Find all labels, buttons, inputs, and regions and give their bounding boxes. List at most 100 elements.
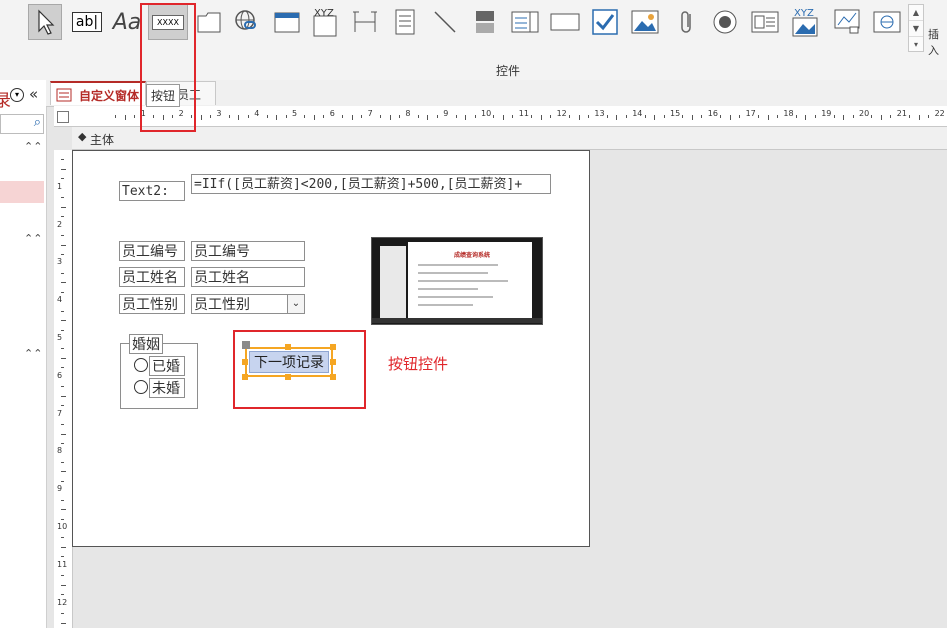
- employee-name-label[interactable]: 员工姓名: [119, 267, 185, 287]
- option-group-title[interactable]: 婚姻: [129, 334, 163, 354]
- ruler-tick: [61, 272, 64, 274]
- label-icon: Aa: [112, 9, 142, 35]
- ruler-tick: [540, 115, 542, 120]
- ruler-number: 1: [57, 181, 63, 191]
- nav-group-chevron-3[interactable]: ⌃⌃: [24, 347, 42, 360]
- chevron-down-icon[interactable]: ⌄: [287, 295, 304, 313]
- ruler-tick: [805, 115, 807, 120]
- scroll-up-icon[interactable]: ▲: [909, 5, 923, 21]
- unbound-object-tool[interactable]: [870, 4, 904, 40]
- subform-icon: [751, 11, 779, 33]
- ruler-tick: [313, 115, 315, 120]
- navigation-tool[interactable]: XYZ: [308, 4, 342, 40]
- radio-unmarried[interactable]: [134, 380, 148, 394]
- ruler-tick: [616, 115, 618, 120]
- toggle-icon: [476, 11, 494, 33]
- globe-frame-icon: [873, 11, 901, 33]
- ruler-tick: [61, 395, 66, 397]
- ruler-tick: [266, 115, 268, 118]
- chart-tool[interactable]: [830, 4, 864, 40]
- nav-group-chevron-2[interactable]: ⌃⌃: [24, 232, 42, 245]
- employee-id-label[interactable]: 员工编号: [119, 241, 185, 261]
- page-break-tool[interactable]: [348, 4, 382, 40]
- ruler-tick: [61, 518, 64, 520]
- ruler-tick: [61, 168, 66, 170]
- more-icon[interactable]: ▾: [909, 37, 923, 52]
- move-handle[interactable]: [242, 341, 250, 349]
- folder-tab-icon: [197, 12, 221, 33]
- toggle-button-tool[interactable]: [468, 4, 502, 40]
- ruler-tick: [909, 115, 911, 118]
- rectangle-tool[interactable]: [548, 4, 582, 40]
- nav-group-chevron-1[interactable]: ⌃⌃: [24, 140, 42, 153]
- button-tool-highlight: [140, 3, 196, 132]
- employee-name-textbox[interactable]: 员工姓名: [191, 267, 305, 287]
- ruler-tick: [701, 115, 703, 118]
- nav-selected-item[interactable]: [0, 181, 44, 203]
- ruler-tick: [61, 386, 64, 388]
- combo-box-tool[interactable]: [388, 4, 422, 40]
- resize-handle[interactable]: [285, 374, 291, 380]
- bound-object-tool[interactable]: XYZ: [788, 4, 822, 40]
- image-tool[interactable]: [628, 4, 662, 40]
- employee-gender-combobox[interactable]: 员工性别 ⌄: [191, 294, 305, 314]
- ribbon-gallery-scroll[interactable]: ▲ ▼ ▾: [908, 4, 924, 52]
- form-design-canvas[interactable]: Text2: =IIf([员工薪资]<200,[员工薪资]+500,[员工薪资]…: [72, 150, 590, 547]
- insert-label[interactable]: 插入: [928, 26, 947, 58]
- attachment-tool[interactable]: [670, 4, 704, 40]
- ruler-number: 11: [57, 559, 68, 569]
- option-button-tool[interactable]: [708, 4, 742, 40]
- resize-handle[interactable]: [285, 344, 291, 350]
- ruler-tick: [795, 115, 797, 118]
- ruler-tick: [569, 115, 571, 118]
- employee-id-textbox[interactable]: 员工编号: [191, 241, 305, 261]
- select-pointer-tool[interactable]: [28, 4, 62, 40]
- scroll-down-icon[interactable]: ▼: [909, 21, 923, 37]
- ruler-tick: [550, 115, 552, 118]
- hyperlink-tool[interactable]: [230, 4, 264, 40]
- resize-handle[interactable]: [242, 374, 248, 380]
- navigation-pane: 录 ▾ « ⌕ ⌃⌃ ⌃⌃ ⌃⌃: [0, 80, 47, 628]
- resize-handle[interactable]: [242, 359, 248, 365]
- text2-label[interactable]: Text2:: [119, 181, 185, 201]
- checkbox-tool[interactable]: [588, 4, 622, 40]
- radio-icon: [713, 10, 737, 34]
- next-record-button[interactable]: 下一项记录: [245, 347, 333, 377]
- label-tool[interactable]: Aa: [110, 4, 144, 40]
- ruler-tick: [61, 329, 64, 331]
- search-icon[interactable]: ⌕: [34, 115, 41, 130]
- ruler-tick: [61, 622, 66, 624]
- ruler-number: 7: [57, 408, 63, 418]
- nav-collapse-icon[interactable]: «: [29, 85, 38, 103]
- nav-search-field[interactable]: ⌕: [0, 114, 44, 134]
- section-header-detail[interactable]: ◆ 主体: [72, 127, 947, 150]
- text2-expression-textbox[interactable]: =IIf([员工薪资]<200,[员工薪资]+500,[员工薪资]+: [191, 174, 551, 194]
- nav-dropdown-icon[interactable]: ▾: [10, 88, 24, 102]
- ruler-corner[interactable]: [54, 106, 73, 127]
- web-browser-tool[interactable]: [270, 4, 304, 40]
- tab-control-tool[interactable]: [192, 4, 226, 40]
- resize-handle[interactable]: [330, 359, 336, 365]
- resize-handle[interactable]: [330, 374, 336, 380]
- ruler-tick: [493, 115, 495, 118]
- radio-married[interactable]: [134, 358, 148, 372]
- ruler-tick: [61, 244, 66, 246]
- list-box-tool[interactable]: [508, 4, 542, 40]
- radio-married-label[interactable]: 已婚: [149, 356, 185, 376]
- employee-gender-label[interactable]: 员工性别: [119, 294, 185, 314]
- ruler-number: 15: [670, 109, 681, 118]
- screenshot-image[interactable]: 成绩查询系统: [371, 237, 543, 325]
- ruler-number: 14: [632, 109, 643, 118]
- ruler-tick: [61, 320, 66, 322]
- radio-unmarried-label[interactable]: 未婚: [149, 378, 185, 398]
- subform-tool[interactable]: [748, 4, 782, 40]
- line-tool[interactable]: [428, 4, 462, 40]
- ruler-tick: [61, 471, 66, 473]
- resize-handle[interactable]: [330, 344, 336, 350]
- ruler-number: 10: [57, 522, 68, 531]
- thumb-line: [418, 304, 473, 306]
- ruler-tick: [389, 115, 391, 120]
- tab-custom-form[interactable]: 自定义窗体: [50, 81, 146, 105]
- ruler-tick: [61, 480, 64, 482]
- textbox-tool[interactable]: ab|: [70, 4, 104, 40]
